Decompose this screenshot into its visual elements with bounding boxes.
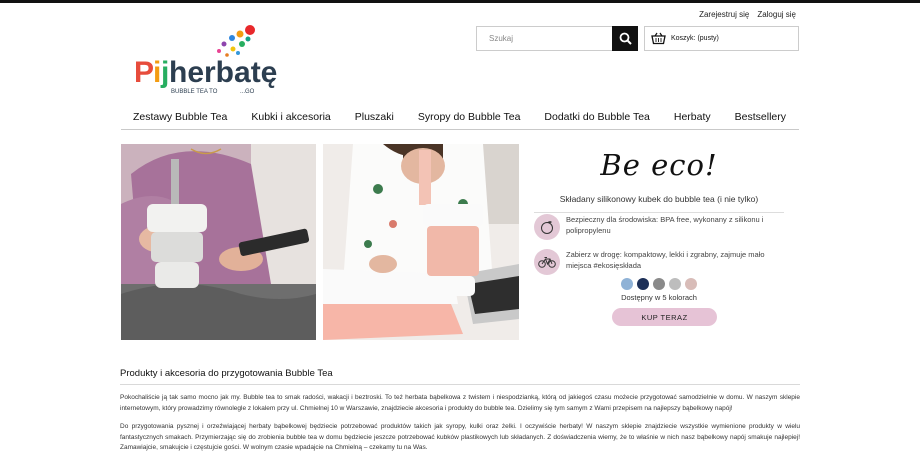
buy-now-button[interactable]: KUP TERAZ [612, 308, 717, 326]
nav-item-pluszaki[interactable]: Pluszaki [343, 106, 406, 123]
promo-divider [534, 212, 784, 213]
search-bar [476, 26, 638, 51]
search-input[interactable] [476, 26, 612, 51]
logo-graphic: P i j herbatę BUBBLE TEA TO ...GO [134, 25, 277, 95]
site-logo[interactable]: P i j herbatę BUBBLE TEA TO ...GO [132, 22, 284, 96]
top-bar [0, 0, 920, 3]
main-navigation: Zestawy Bubble Tea Kubki i akcesoria Plu… [121, 106, 799, 130]
nav-item-zestawy[interactable]: Zestawy Bubble Tea [121, 106, 239, 123]
basket-icon [651, 32, 666, 45]
color-swatch-4[interactable] [669, 278, 681, 290]
svg-text:herbatę: herbatę [169, 56, 277, 89]
login-link[interactable]: Zaloguj się [757, 10, 796, 19]
feature-travel: Zabierz w drogę: kompaktowy, lekki i zgr… [534, 249, 766, 275]
color-swatch-2[interactable] [637, 278, 649, 290]
color-swatch-3[interactable] [653, 278, 665, 290]
section-heading: Produkty i akcesoria do przygotowania Bu… [120, 368, 800, 385]
nav-item-dodatki[interactable]: Dodatki do Bubble Tea [532, 106, 661, 123]
color-swatches [528, 278, 790, 290]
description-paragraph-1: Pokochaliście ją tak samo mocno jak my. … [120, 394, 800, 412]
description-paragraph-2: Do przygotowania pysznej i orzeźwiającej… [120, 423, 800, 451]
logo-tagline-go: ...GO [240, 89, 255, 95]
svg-text:P: P [134, 56, 154, 89]
banner-photo-desk-cup[interactable] [323, 144, 519, 340]
search-icon [619, 32, 632, 45]
nav-item-herbaty[interactable]: Herbaty [662, 106, 723, 123]
feature-eco-text: Bezpieczny dla środowiska: BPA free, wyk… [566, 215, 764, 235]
category-description: Produkty i akcesoria do przygotowania Bu… [120, 368, 800, 454]
register-link[interactable]: Zarejestruj się [699, 10, 749, 19]
logo-tagline: BUBBLE TEA TO [171, 89, 218, 95]
promo-headline: Be eco! [600, 148, 718, 182]
promo-panel: Be eco! Składany silikonowy kubek do bub… [528, 148, 790, 336]
svg-text:j: j [160, 56, 169, 89]
promo-subtitle: Składany silikonowy kubek do bubble tea … [559, 194, 759, 204]
leaf-icon [534, 214, 560, 240]
feature-travel-text: Zabierz w drogę: kompaktowy, lekki i zgr… [566, 250, 765, 270]
cart-button[interactable]: Koszyk: (pusty) [644, 26, 799, 51]
banner-photo-sweater-cup[interactable] [121, 144, 316, 340]
colors-available-label: Dostępny w 5 kolorach [621, 293, 697, 302]
color-swatch-1[interactable] [621, 278, 633, 290]
cart-label: Koszyk: (pusty) [671, 35, 719, 42]
search-button[interactable] [612, 26, 638, 51]
account-links: Zarejestruj się Zaloguj się [699, 10, 796, 19]
color-swatch-5[interactable] [685, 278, 697, 290]
nav-item-kubki[interactable]: Kubki i akcesoria [239, 106, 342, 123]
nav-item-bestsellery[interactable]: Bestsellery [723, 106, 798, 123]
nav-item-syropy[interactable]: Syropy do Bubble Tea [406, 106, 533, 123]
bicycle-icon [534, 249, 560, 275]
feature-eco: Bezpieczny dla środowiska: BPA free, wyk… [534, 214, 766, 240]
